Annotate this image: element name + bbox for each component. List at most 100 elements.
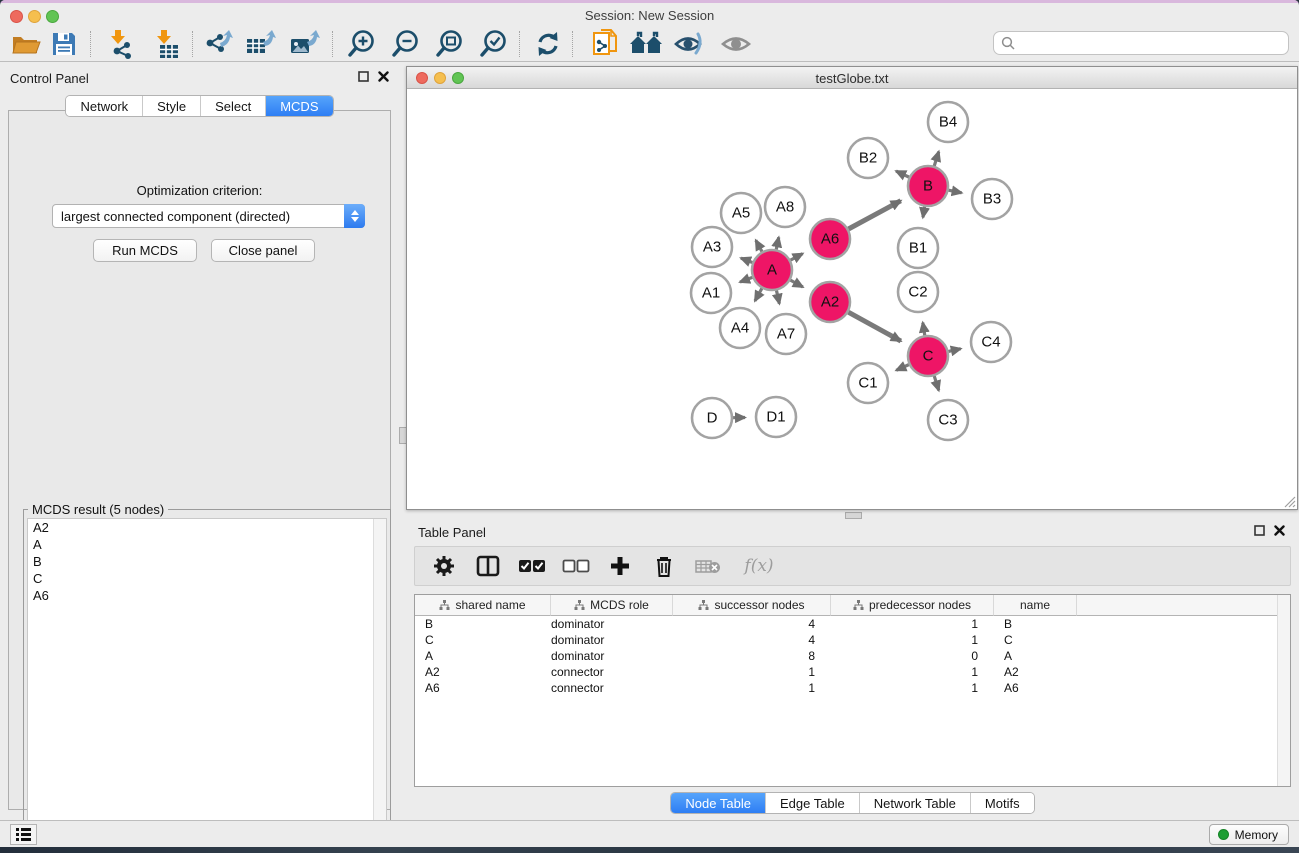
graph-node-C[interactable]: C (908, 336, 948, 376)
edge-A-to-A6[interactable] (791, 254, 803, 260)
search-field[interactable] (993, 31, 1289, 55)
graph-node-B[interactable]: B (908, 166, 948, 206)
tab-network[interactable]: Network (66, 96, 143, 116)
column-header-name[interactable]: name (994, 595, 1077, 616)
graph-node-B1[interactable]: B1 (898, 228, 938, 268)
table-row[interactable]: C dominator 4 1 C (415, 632, 1290, 648)
tab-network-table[interactable]: Network Table (860, 793, 971, 813)
graph-node-C3[interactable]: C3 (928, 400, 968, 440)
graph-node-A6[interactable]: A6 (810, 219, 850, 259)
table-row[interactable]: A2 connector 1 1 A2 (415, 664, 1290, 680)
column-header-shared-name[interactable]: shared name (415, 595, 551, 616)
import-network-button[interactable] (102, 28, 138, 60)
result-item[interactable]: A6 (28, 587, 386, 604)
tab-motifs[interactable]: Motifs (971, 793, 1034, 813)
network-canvas[interactable]: B4 B2 B B3 A8A5 A6 A3 B1 A A1 C2 A2 A4A7 C4 C C1 D D1 C3 (407, 89, 1297, 509)
create-column-button[interactable] (605, 551, 635, 581)
edge-B-to-B4[interactable] (934, 152, 938, 166)
result-item[interactable]: B (28, 553, 386, 570)
function-builder-button[interactable]: f(x) (737, 551, 781, 581)
result-item[interactable]: A2 (28, 519, 386, 536)
graph-node-C1[interactable]: C1 (848, 363, 888, 403)
tab-select[interactable]: Select (201, 96, 266, 116)
table-settings-button[interactable] (429, 551, 459, 581)
graph-node-A1[interactable]: A1 (691, 273, 731, 313)
graph-node-B3[interactable]: B3 (972, 179, 1012, 219)
graph-node-D1[interactable]: D1 (756, 397, 796, 437)
float-panel-icon[interactable] (1254, 525, 1265, 536)
graph-node-A5[interactable]: A5 (721, 193, 761, 233)
network-window-titlebar[interactable]: testGlobe.txt (407, 67, 1297, 89)
export-network-button[interactable] (200, 28, 236, 60)
import-table-button[interactable] (148, 28, 184, 60)
table-row[interactable]: A dominator 8 0 A (415, 648, 1290, 664)
first-neighbors-button[interactable] (628, 28, 664, 60)
tab-edge-table[interactable]: Edge Table (766, 793, 860, 813)
edge-A-to-A3[interactable] (741, 258, 752, 262)
edge-A6-to-B[interactable] (848, 201, 900, 229)
result-item[interactable]: C (28, 570, 386, 587)
new-network-from-selection-button[interactable] (588, 28, 624, 60)
edge-C-to-C3[interactable] (934, 376, 938, 390)
memory-button[interactable]: Memory (1209, 824, 1289, 845)
edge-B-to-B2[interactable] (896, 171, 909, 177)
show-all-button[interactable] (718, 28, 754, 60)
graph-node-A[interactable]: A (752, 250, 792, 290)
graph-node-B4[interactable]: B4 (928, 102, 968, 142)
table-row[interactable]: B dominator 4 1 B (415, 616, 1290, 632)
edge-B-to-B3[interactable] (949, 190, 962, 193)
tab-node-table[interactable]: Node Table (671, 793, 766, 813)
edge-A-to-A8[interactable] (776, 237, 778, 249)
export-image-button[interactable] (286, 28, 322, 60)
graph-node-C4[interactable]: C4 (971, 322, 1011, 362)
show-task-history-button[interactable] (10, 824, 37, 845)
tab-mcds[interactable]: MCDS (266, 96, 332, 116)
result-scrollbar[interactable] (373, 519, 386, 842)
graph-node-A4[interactable]: A4 (720, 308, 760, 348)
graph-node-C2[interactable]: C2 (898, 272, 938, 312)
edge-A2-to-C[interactable] (848, 312, 900, 341)
run-mcds-button[interactable]: Run MCDS (93, 239, 197, 262)
graph-node-A7[interactable]: A7 (766, 314, 806, 354)
graph-node-A8[interactable]: A8 (765, 187, 805, 227)
edge-A-to-A7[interactable] (776, 291, 779, 304)
open-session-button[interactable] (8, 28, 44, 60)
edge-C-to-C1[interactable] (896, 365, 909, 371)
close-panel-icon[interactable] (378, 71, 389, 82)
edge-A-to-A5[interactable] (756, 240, 762, 251)
table-row[interactable]: A6 connector 1 1 A6 (415, 680, 1290, 696)
zoom-out-button[interactable] (387, 28, 423, 60)
edge-A-to-A1[interactable] (740, 277, 752, 282)
float-panel-icon[interactable] (358, 71, 369, 82)
zoom-selected-button[interactable] (475, 28, 511, 60)
edge-C-to-C4[interactable] (948, 349, 960, 352)
result-item[interactable]: A (28, 536, 386, 553)
refresh-layout-button[interactable] (530, 28, 566, 60)
deselect-all-columns-button[interactable] (561, 551, 591, 581)
search-input[interactable] (1020, 36, 1288, 50)
column-header-mcds-role[interactable]: MCDS role (551, 595, 673, 616)
graph-node-B2[interactable]: B2 (848, 138, 888, 178)
mcds-result-list[interactable]: A2 A B C A6 (27, 518, 387, 843)
table-scrollbar[interactable] (1277, 595, 1290, 786)
close-panel-icon[interactable] (1274, 525, 1285, 536)
show-column-panel-button[interactable] (473, 551, 503, 581)
zoom-fit-button[interactable] (431, 28, 467, 60)
delete-column-button[interactable] (649, 551, 679, 581)
edge-A-to-A4[interactable] (755, 288, 762, 300)
tab-style[interactable]: Style (143, 96, 201, 116)
save-session-button[interactable] (46, 28, 82, 60)
zoom-in-button[interactable] (343, 28, 379, 60)
edge-A-to-A2[interactable] (790, 280, 802, 287)
column-header-successor-nodes[interactable]: successor nodes (673, 595, 831, 616)
hide-selected-button[interactable] (672, 28, 708, 60)
export-table-button[interactable] (242, 28, 278, 60)
graph-node-A2[interactable]: A2 (810, 282, 850, 322)
close-panel-button[interactable]: Close panel (211, 239, 315, 262)
criterion-dropdown[interactable]: largest connected component (directed) (52, 204, 365, 228)
graph-node-D[interactable]: D (692, 398, 732, 438)
graph-node-A3[interactable]: A3 (692, 227, 732, 267)
resize-grip-icon[interactable] (1283, 495, 1296, 508)
delete-table-button[interactable] (693, 551, 723, 581)
column-header-predecessor-nodes[interactable]: predecessor nodes (831, 595, 994, 616)
